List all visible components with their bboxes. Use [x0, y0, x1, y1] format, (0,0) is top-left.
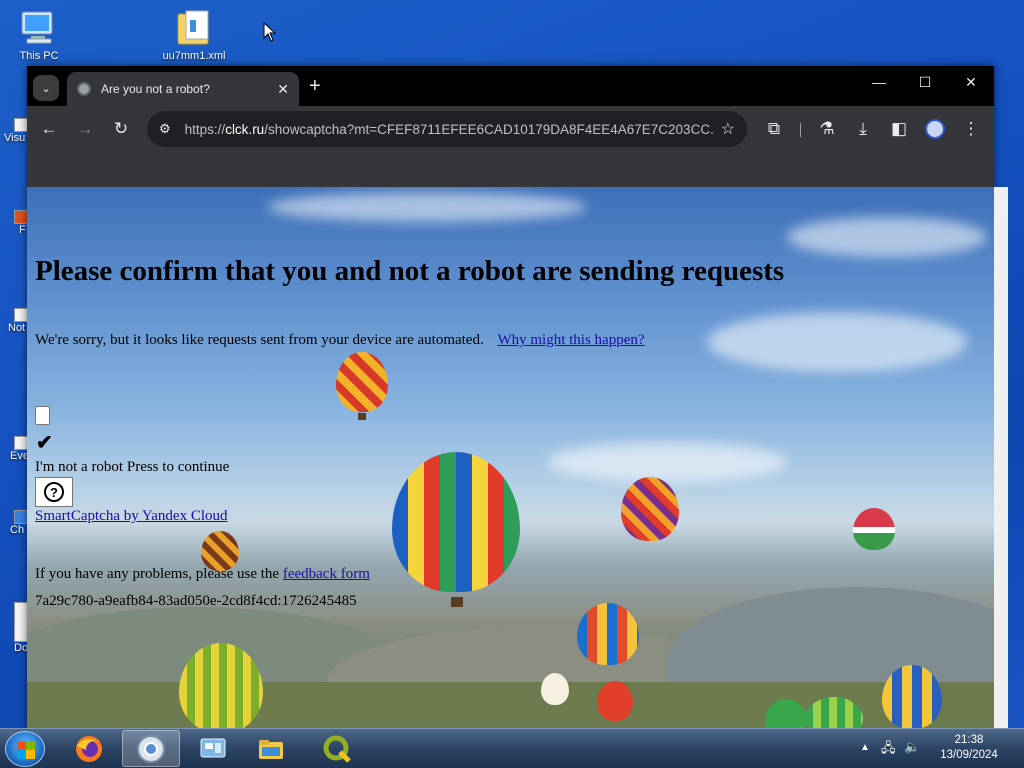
profile-avatar-icon[interactable] — [925, 119, 945, 139]
cloud — [267, 192, 587, 222]
notice-text: We're sorry, but it looks like requests … — [35, 332, 484, 348]
background-window-edge — [994, 187, 1008, 728]
tab-search-button[interactable]: ⌄ — [33, 75, 59, 101]
balloon — [597, 681, 633, 721]
windows-logo-icon — [17, 741, 35, 759]
side-panel-icon[interactable]: ◧ — [887, 117, 911, 141]
desktop-icon-label: This PC — [19, 50, 59, 62]
shortcut-icon — [14, 602, 28, 642]
page-title: Please confirm that you and not a robot … — [35, 255, 785, 287]
desktop-left-labels: Do — [0, 602, 28, 654]
toolbar-divider — [800, 123, 801, 137]
tab-close-icon[interactable]: ✕ — [277, 81, 289, 98]
forward-arrow-icon[interactable]: → — [73, 117, 97, 141]
shortcut-icon — [14, 510, 28, 524]
cloud — [707, 312, 967, 372]
shortcut-icon — [14, 436, 28, 450]
desktop-icon-label: uu7mm1.xml — [162, 50, 226, 62]
maximize-button[interactable]: ☐ — [902, 74, 948, 91]
control-panel-icon — [200, 738, 226, 757]
why-link[interactable]: Why might this happen? — [497, 332, 644, 348]
tab-strip: ⌄ Are you not a robot? ✕ + — ☐ ✕ — [27, 66, 994, 106]
tab-title: Are you not a robot? — [101, 82, 210, 96]
site-settings-icon[interactable]: ⚙ — [159, 121, 171, 137]
minimize-button[interactable]: — — [856, 74, 902, 90]
close-window-button[interactable]: ✕ — [948, 74, 994, 91]
desktop-left-labels: Visu — [0, 118, 28, 144]
checkmark-icon: ✔ — [36, 432, 53, 454]
taskbar-firefox[interactable] — [60, 730, 118, 767]
tray-expand-icon[interactable]: ▲ — [860, 742, 870, 753]
taskbar-file-explorer[interactable] — [242, 730, 300, 767]
mouse-cursor-icon — [263, 21, 277, 47]
desktop-icon-label: Eve — [10, 450, 28, 462]
desktop-icon-label: Visu — [4, 132, 26, 144]
desktop-left-labels: F — [0, 210, 28, 236]
back-arrow-icon[interactable]: ← — [37, 117, 61, 141]
not-robot-checkbox[interactable] — [35, 406, 50, 425]
balloon — [853, 508, 895, 550]
start-button[interactable] — [5, 731, 45, 767]
shortcut-icon — [14, 308, 28, 322]
feedback-notice: If you have any problems, please use the… — [35, 566, 370, 583]
cloud — [547, 442, 787, 482]
computer-icon — [19, 8, 59, 48]
chrome-icon — [137, 734, 165, 763]
labs-flask-icon[interactable]: ⚗ — [815, 117, 839, 141]
browser-window: ⌄ Are you not a robot? ✕ + — ☐ ✕ ← → ↻ ⚙… — [27, 66, 994, 728]
browser-tab[interactable]: Are you not a robot? ✕ — [67, 72, 299, 106]
bookmark-star-icon[interactable]: ☆ — [721, 119, 735, 139]
desktop-left-labels: Ch — [0, 510, 28, 536]
automation-notice: We're sorry, but it looks like requests … — [35, 332, 645, 349]
folder-icon — [174, 8, 214, 48]
qgis-icon — [323, 735, 351, 763]
captcha-page: Please confirm that you and not a robot … — [27, 187, 994, 728]
globe-icon — [77, 82, 91, 96]
taskbar-qgis[interactable] — [308, 730, 366, 767]
new-tab-button[interactable]: + — [309, 75, 321, 98]
reload-icon[interactable]: ↻ — [109, 117, 133, 141]
balloon — [392, 452, 520, 592]
help-button[interactable]: ? — [35, 477, 73, 507]
clock-date: 13/09/2024 — [940, 749, 998, 761]
balloon — [541, 673, 569, 705]
url-text[interactable]: https://clck.ru/showcaptcha?mt=CFEF8711E… — [185, 122, 715, 137]
cloud — [787, 217, 987, 257]
balloon — [882, 665, 942, 728]
desktop-icon-folder[interactable]: uu7mm1.xml — [157, 8, 231, 62]
desktop-icon-label: Do — [14, 642, 28, 654]
clock-time: 21:38 — [954, 734, 984, 746]
desktop-icon-label: Ch — [10, 524, 25, 536]
smartcaptcha-link[interactable]: SmartCaptcha by Yandex Cloud — [35, 508, 228, 525]
desktop-icon-this-pc[interactable]: This PC — [2, 8, 76, 62]
balloon — [621, 477, 679, 541]
taskbar: ▲ 🖧 🔈 21:38 13/09/2024 — [0, 728, 1024, 768]
system-clock[interactable]: 21:38 13/09/2024 — [930, 733, 1008, 763]
taskbar-control-panel[interactable] — [184, 730, 242, 767]
folder-icon — [259, 739, 283, 759]
balloon — [201, 531, 239, 571]
desktop-icon-label: Not — [8, 322, 26, 334]
network-icon[interactable]: 🖧 — [881, 739, 896, 761]
desktop-left-labels: Not — [0, 308, 28, 334]
shortcut-icon — [14, 118, 28, 132]
address-bar[interactable]: ⚙ https://clck.ru/showcaptcha?mt=CFEF871… — [147, 111, 747, 147]
menu-kebab-icon[interactable]: ⋮ — [959, 117, 983, 141]
balloon — [577, 603, 639, 665]
taskbar-chrome[interactable] — [122, 730, 180, 767]
download-icon[interactable]: ⤓ — [851, 117, 875, 141]
extensions-icon[interactable]: ⧉ — [762, 117, 786, 141]
question-mark-icon: ? — [44, 482, 64, 502]
browser-toolbar: ← → ↻ ⚙ https://clck.ru/showcaptcha?mt=C… — [27, 106, 994, 152]
balloon — [336, 352, 388, 412]
request-id: 7a29c780-a9eafb84-83ad050e-2cd8f4cd:1726… — [35, 593, 357, 609]
not-robot-label[interactable]: I'm not a robot Press to continue — [35, 459, 229, 476]
shortcut-icon — [14, 210, 28, 224]
desktop-left-labels: Eve — [0, 436, 28, 462]
feedback-form-link[interactable]: feedback form — [283, 566, 370, 582]
feedback-text: If you have any problems, please use the — [35, 566, 280, 582]
bookmark-bar — [27, 152, 994, 187]
firefox-icon — [76, 735, 102, 762]
volume-muted-icon[interactable]: 🔈 — [904, 739, 920, 755]
